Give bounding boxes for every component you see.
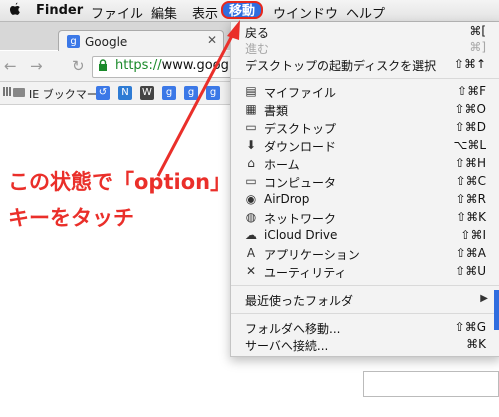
annotation-line-2: キーをタッチ <box>8 206 134 230</box>
annotation-line-1: この状態で「option」 <box>8 170 232 194</box>
annotation-text: この状態で「option」 キーをタッチ <box>8 164 231 236</box>
